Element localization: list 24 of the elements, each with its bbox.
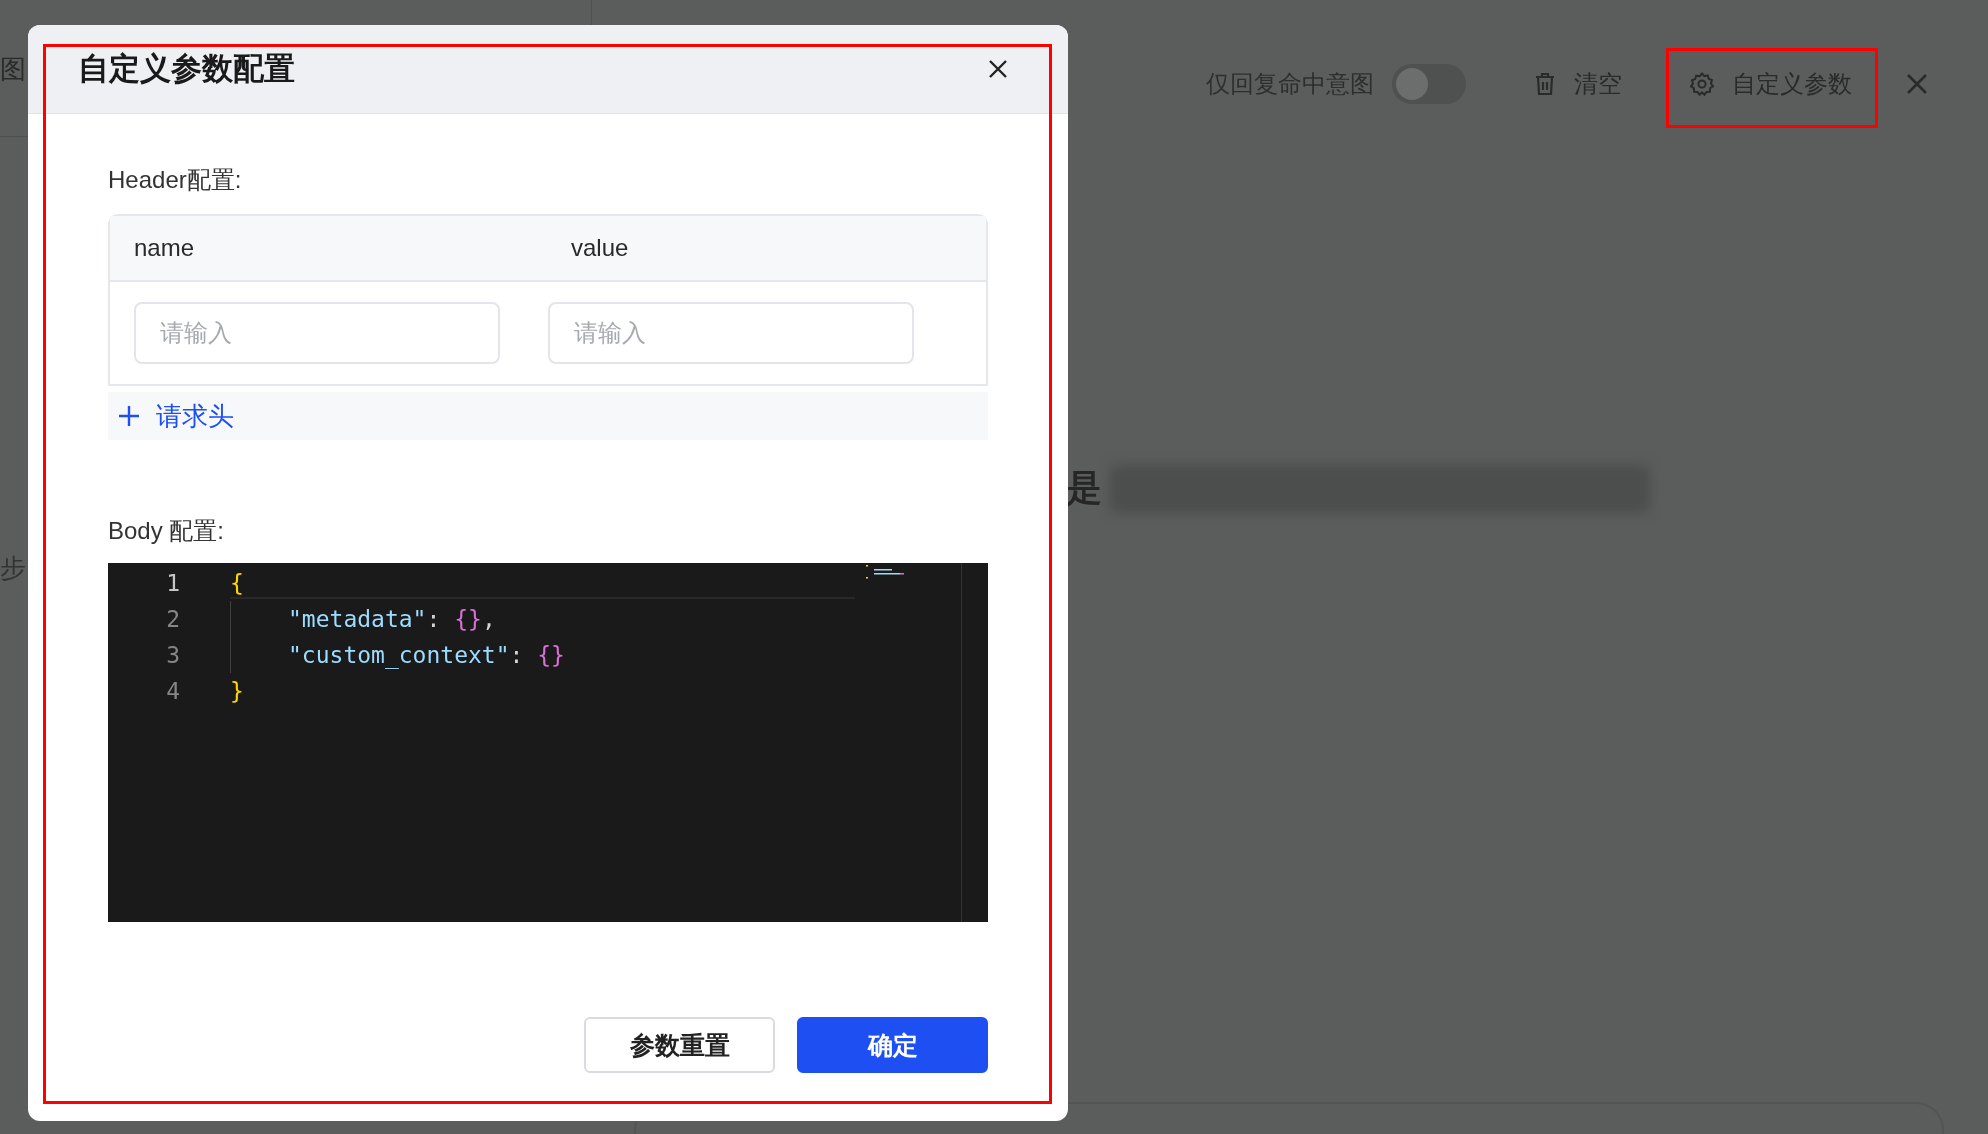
trash-icon [1534, 72, 1556, 96]
code-line: { [230, 569, 244, 598]
column-header: name [133, 234, 196, 262]
add-header-button[interactable]: 请求头 [108, 392, 988, 440]
dialog-title: 自定义参数配置 [78, 50, 295, 88]
line-number: 2 [166, 605, 180, 634]
confirm-button[interactable]: 确定 [797, 1017, 988, 1073]
input-field[interactable]: 请输入 [548, 302, 914, 364]
input-field[interactable]: 请输入 [134, 302, 500, 364]
code-line: "custom_context": {} [230, 637, 565, 673]
plus-icon [118, 405, 140, 427]
code-editor[interactable]: 1 2 3 4 { "metadata": {}, "custom_context": {} } [108, 563, 988, 922]
close-icon[interactable] [988, 59, 1008, 79]
line-number: 4 [166, 677, 180, 706]
line-number: 3 [166, 641, 180, 670]
section-label: Header配置: [108, 165, 242, 195]
column-header: value [570, 234, 630, 262]
line-number: 1 [166, 569, 180, 598]
section-label: Body 配置: [108, 516, 225, 546]
reset-button[interactable]: 参数重置 [584, 1017, 775, 1073]
code-line: } [230, 677, 244, 706]
settings-icon [1690, 72, 1714, 96]
code-line: "metadata": {}, [230, 601, 496, 637]
toggle-switch[interactable] [1392, 64, 1466, 104]
